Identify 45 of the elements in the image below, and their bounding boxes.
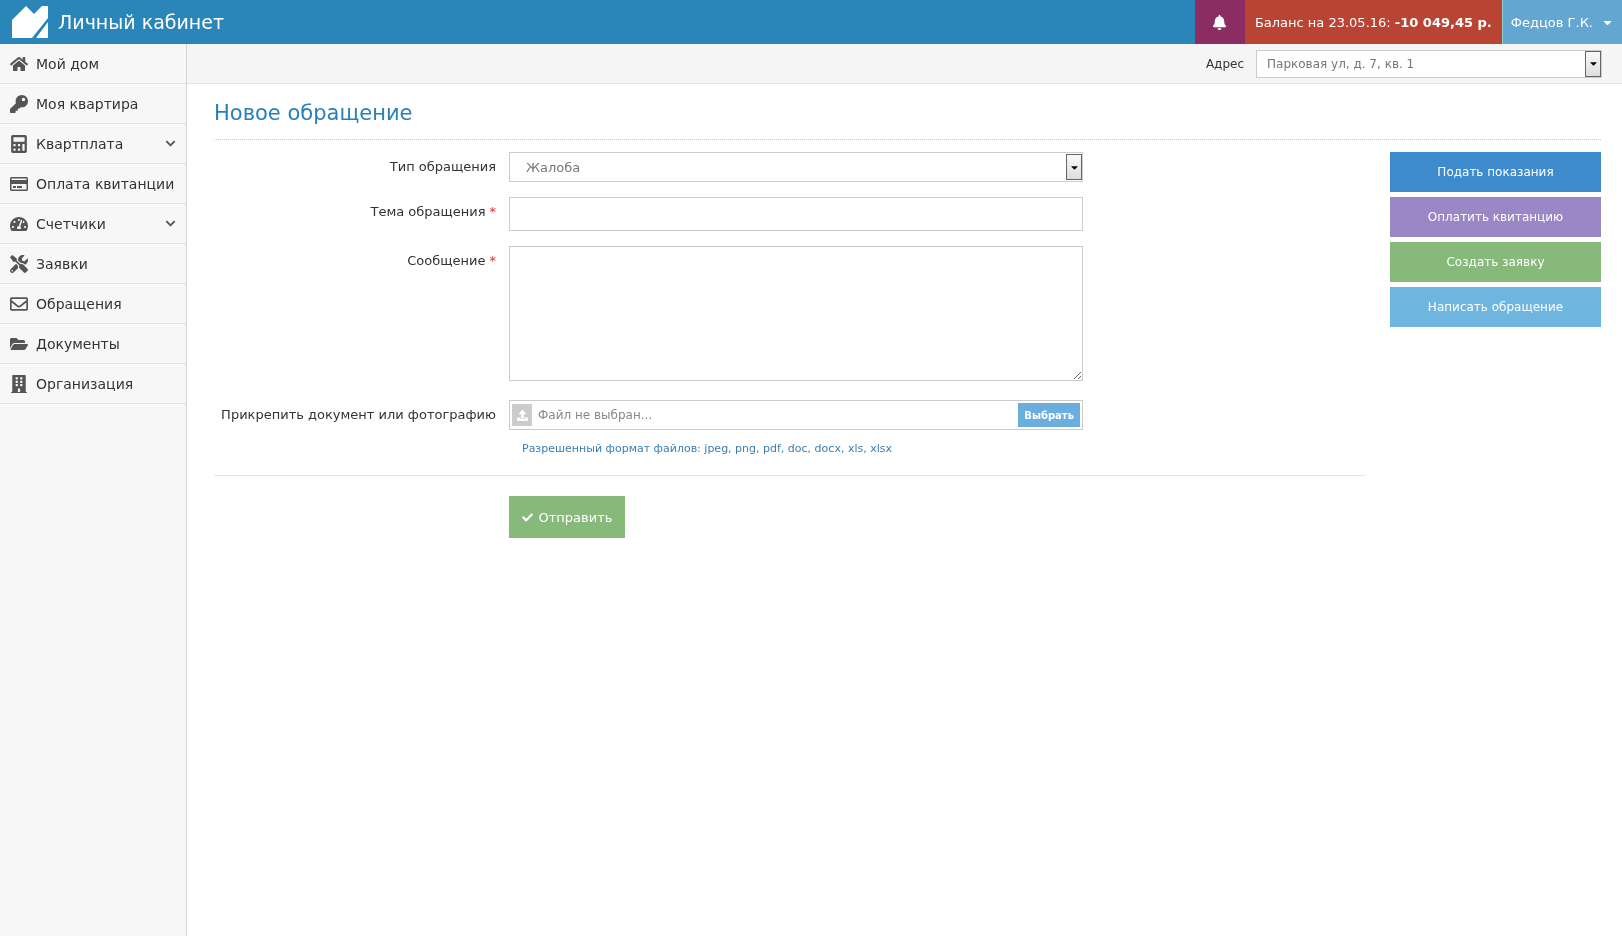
sidebar-item[interactable]: Счетчики: [0, 204, 186, 244]
app-title: Личный кабинет: [58, 11, 225, 33]
calculator-icon: [10, 134, 28, 153]
field-label: Тема обращения *: [369, 203, 496, 221]
balance-text: Баланс на 23.05.16: -10 049,45 р.: [1244, 0, 1502, 44]
sidebar-item[interactable]: Обращения: [0, 284, 186, 324]
sidebar-item[interactable]: Оплата квитанции: [0, 164, 186, 204]
house-logo-icon: [12, 6, 48, 38]
field-label: Тип обращения: [388, 158, 496, 176]
keys-icon: [10, 94, 28, 113]
sidebar-item[interactable]: Квартплата: [0, 124, 186, 164]
gauge-icon: [10, 214, 28, 233]
caret-icon: [1585, 50, 1601, 77]
notifications-button[interactable]: [1194, 0, 1245, 44]
user-menu[interactable]: Федцов Г.К.: [1501, 0, 1622, 44]
field-label: Сообщение *: [406, 252, 496, 270]
credit-card-icon: [10, 174, 28, 193]
home-icon: [10, 54, 28, 73]
sidebar-item[interactable]: Моя квартира: [0, 84, 186, 124]
bell-icon: [1212, 14, 1228, 30]
action-button[interactable]: Оплатить квитанцию: [1390, 197, 1601, 237]
address-select[interactable]: Парковая ул, д. 7, кв. 1: [1256, 49, 1602, 78]
sidebar-item[interactable]: Организация: [0, 364, 186, 404]
address-label: Адрес: [1205, 56, 1244, 71]
chevron-icon: [165, 138, 176, 149]
tools-icon: [10, 254, 28, 273]
choose-file-button[interactable]: Выбрать: [1018, 403, 1080, 427]
subject-input-field[interactable]: [509, 197, 1083, 231]
sidebar-item[interactable]: Заявки: [0, 244, 186, 284]
envelope-icon: [10, 294, 28, 313]
chevron-icon: [165, 218, 176, 229]
sidebar-item[interactable]: Мой дом: [0, 44, 186, 84]
caret-icon: [1066, 154, 1082, 180]
sidebar-item[interactable]: Документы: [0, 324, 186, 364]
file-format-hint: Разрешенный формат файлов: jpeg, png, pdf, doc, docx, xls, xlsx: [214, 442, 1365, 476]
message-text-area[interactable]: [509, 246, 1083, 381]
upload-icon: [512, 404, 532, 426]
action-button[interactable]: Подать показания: [1390, 152, 1601, 192]
page-title: Новое обращение: [214, 84, 1601, 140]
field-label: Прикрепить документ или фотографию: [220, 406, 496, 424]
type-select[interactable]: Жалоба: [509, 152, 1083, 182]
file-placeholder: Файл не выбран...: [538, 408, 654, 422]
file-field[interactable]: Файл не выбран... Выбрать: [509, 400, 1083, 430]
building-icon: [10, 374, 28, 393]
check-icon: [521, 511, 533, 523]
